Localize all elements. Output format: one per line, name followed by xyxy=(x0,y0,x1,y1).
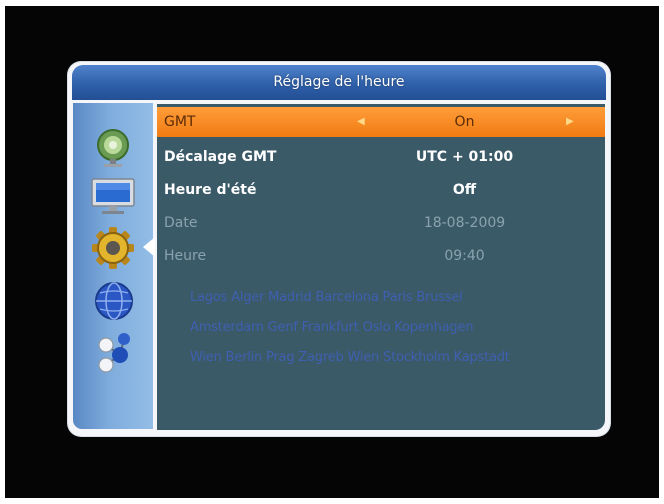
tv-screen: Réglage de l'heure GMT ◀ On ▶ Décalage G… xyxy=(5,6,659,498)
timezone-cities-line: Amsterdam Genf Frankfurt Oslo Kopenhagen xyxy=(190,320,474,335)
row-label: GMT xyxy=(164,114,196,130)
tv-monitor-icon[interactable] xyxy=(89,176,137,216)
settings-panel: Réglage de l'heure GMT ◀ On ▶ Décalage G… xyxy=(68,62,610,436)
row-daylight-saving[interactable]: Heure d'été Off xyxy=(157,175,605,205)
globe-icon[interactable] xyxy=(92,279,136,323)
satellite-dish-icon[interactable] xyxy=(91,124,135,168)
row-label: Heure d'été xyxy=(164,182,257,198)
row-gmt-offset[interactable]: Décalage GMT UTC + 01:00 xyxy=(157,142,605,172)
row-time: Heure 09:40 xyxy=(157,241,605,271)
row-value: 09:40 xyxy=(444,248,485,264)
timezone-cities-line: Wien Berlin Prag Zagreb Wien Stockholm K… xyxy=(190,350,510,365)
row-gmt[interactable]: GMT ◀ On ▶ xyxy=(157,107,605,137)
row-label: Heure xyxy=(164,248,207,264)
row-date: Date 18-08-2009 xyxy=(157,208,605,238)
settings-content: GMT ◀ On ▶ Décalage GMT UTC + 01:00 Heur… xyxy=(157,104,605,430)
timezone-cities-line: Lagos Alger Madrid Barcelona Paris Bruss… xyxy=(190,290,463,305)
row-value: On xyxy=(454,114,475,130)
sidebar xyxy=(73,103,155,429)
row-label: Date xyxy=(164,215,198,231)
gear-icon[interactable] xyxy=(90,225,136,271)
row-label: Décalage GMT xyxy=(164,149,277,165)
row-value: Off xyxy=(452,182,477,198)
active-pointer-icon xyxy=(143,237,155,257)
arrow-right-icon[interactable]: ▶ xyxy=(566,107,574,137)
molecule-icon[interactable] xyxy=(90,329,136,375)
page-title: Réglage de l'heure xyxy=(72,65,606,100)
row-value: UTC + 01:00 xyxy=(415,149,514,165)
row-value: 18-08-2009 xyxy=(423,215,506,231)
